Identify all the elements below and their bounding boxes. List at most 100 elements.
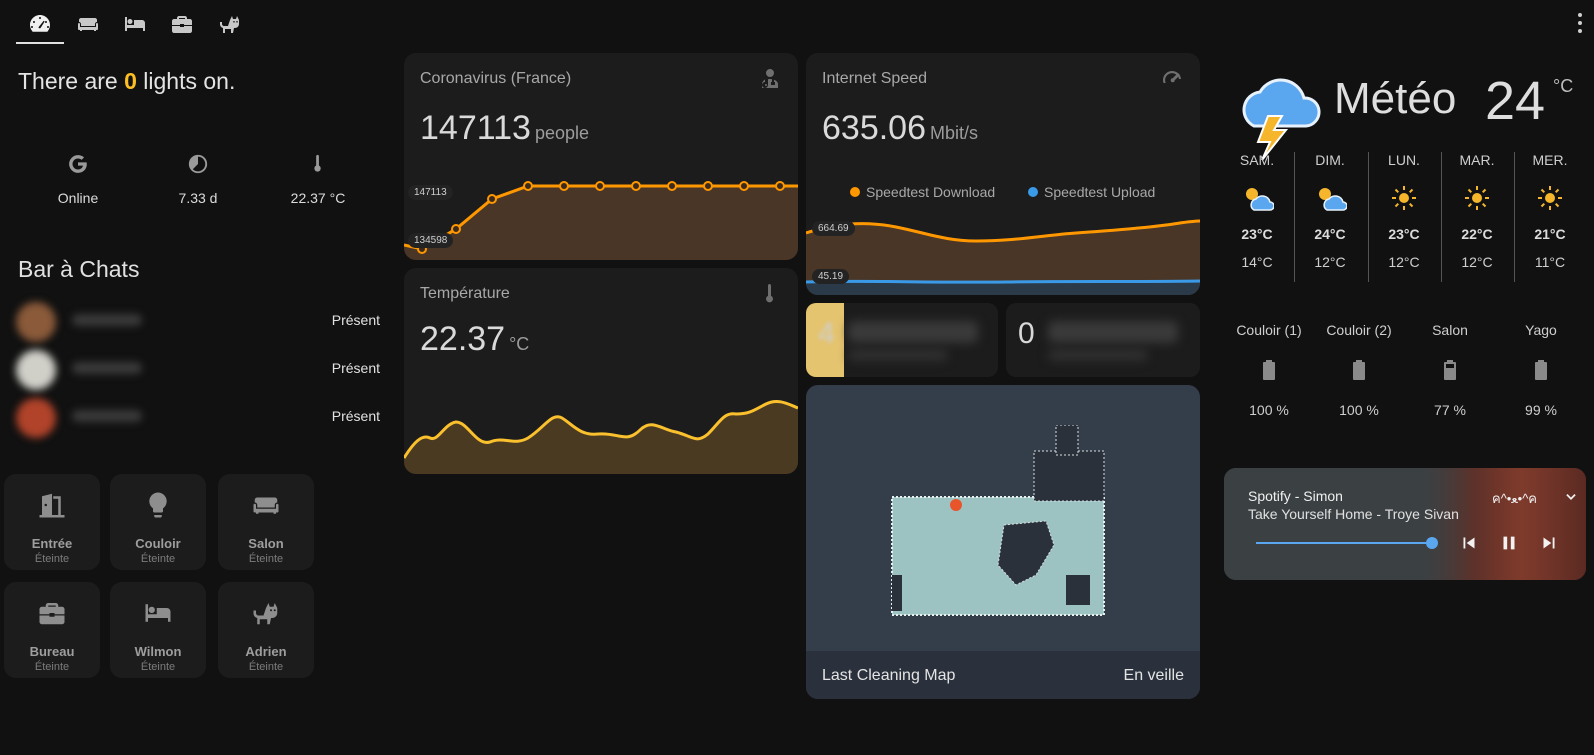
battery-name: Salon [1432, 322, 1468, 338]
pause-button[interactable] [1498, 532, 1520, 559]
bed-icon [145, 604, 171, 622]
battery-couloir-1[interactable]: Couloir (1) 100 % [1224, 322, 1314, 418]
tab-bedroom[interactable] [113, 8, 157, 40]
person-name-blurred [72, 410, 142, 422]
tab-cat[interactable] [208, 8, 252, 40]
media-progress-track[interactable] [1256, 542, 1430, 544]
battery-couloir-2[interactable]: Couloir (2) 100 % [1314, 322, 1404, 418]
stat-temperature[interactable]: 22.37 °C [258, 150, 378, 206]
covid-max-label: 147113 [408, 185, 453, 200]
room-wilmon[interactable]: Wilmon Éteinte [110, 582, 206, 678]
temperature-card[interactable]: Température 22.37 °C [404, 268, 798, 474]
person-row[interactable]: Présent [16, 298, 380, 342]
forecast-high: 21°C [1534, 226, 1566, 242]
room-bureau[interactable]: Bureau Éteinte [4, 582, 100, 678]
mini-card-left[interactable]: 4 [806, 303, 998, 377]
forecast-day: SAM. 23°C 14°C [1221, 152, 1293, 270]
avatar [16, 350, 56, 390]
uptime-icon [188, 154, 208, 174]
partly-cloudy-icon [1319, 188, 1347, 211]
cat-icon [253, 603, 278, 625]
stat-temperature-value: 22.37 °C [290, 190, 346, 206]
covid-card[interactable]: Coronavirus (France) 147113 people 147113… [404, 53, 798, 260]
forecast-day-label: MER. [1532, 152, 1568, 168]
door-icon [39, 493, 65, 518]
mini-card-value: 0 [1018, 317, 1035, 350]
mini-card-right[interactable]: 0 [1006, 303, 1200, 377]
briefcase-icon [39, 603, 65, 625]
top-bar [0, 0, 1594, 46]
lights-prefix: There are [18, 68, 125, 94]
battery-name: Yago [1525, 322, 1557, 338]
legend-download[interactable]: Speedtest Download [850, 184, 995, 200]
chevron-down-icon[interactable] [1564, 490, 1578, 504]
room-name: Entrée [31, 536, 73, 551]
tab-dashboard[interactable] [18, 8, 62, 40]
battery-yago[interactable]: Yago 99 % [1496, 322, 1586, 418]
covid-unit: people [534, 123, 589, 143]
internet-unit: Mbit/s [930, 123, 979, 143]
chart-point [703, 181, 713, 191]
forecast-high: 24°C [1314, 226, 1346, 242]
room-name: Couloir [135, 536, 181, 551]
blurred-text [848, 349, 948, 361]
room-adrien[interactable]: Adrien Éteinte [218, 582, 314, 678]
active-tab-indicator [16, 42, 64, 44]
person-row[interactable]: Présent [16, 346, 380, 390]
chart-point [739, 181, 749, 191]
next-track-button[interactable] [1538, 532, 1560, 559]
upload-line [806, 279, 1200, 284]
chart-point [487, 194, 497, 204]
thermometer-icon [314, 154, 321, 172]
sofa-icon [78, 18, 98, 31]
chart-point [523, 181, 533, 191]
internet-speed-card[interactable]: Internet Speed 635.06 Mbit/s Speedtest Do… [806, 53, 1200, 295]
skip-next-icon [1543, 537, 1555, 549]
vacuum-map-card[interactable]: Last Cleaning Map En veille [806, 385, 1200, 699]
room-state: Éteinte [248, 553, 284, 565]
room-name: Bureau [29, 644, 75, 659]
legend-label: Speedtest Download [866, 184, 996, 200]
room-couloir[interactable]: Couloir Éteinte [110, 474, 206, 570]
room-salon[interactable]: Salon Éteinte [218, 474, 314, 570]
covid-title: Coronavirus (France) [420, 70, 572, 87]
stat-google[interactable]: Online [18, 150, 138, 206]
covid-min-label: 134598 [408, 233, 454, 248]
media-progress-handle[interactable] [1426, 537, 1438, 549]
avatar [16, 398, 56, 438]
media-device[interactable]: ค^•ﻌ•^ค [1492, 488, 1537, 509]
room-name: Adrien [245, 644, 287, 659]
room-state: Éteinte [248, 661, 284, 673]
stat-uptime[interactable]: 7.33 d [138, 150, 258, 206]
forecast-high: 22°C [1461, 226, 1493, 242]
cat-icon [220, 16, 239, 33]
room-entree[interactable]: Entrée Éteinte [4, 474, 100, 570]
forecast-day-label: SAM. [1239, 152, 1275, 168]
chart-point [775, 181, 785, 191]
covid-chart [404, 181, 798, 260]
temperature-value: 22.37 [420, 320, 506, 358]
sofa-icon [253, 497, 279, 514]
more-menu-icon[interactable] [1572, 10, 1588, 36]
previous-track-button[interactable] [1458, 532, 1480, 559]
legend-dot [1028, 187, 1038, 197]
media-player-card[interactable]: Spotify - Simon Take Yourself Home - Tro… [1224, 468, 1586, 580]
speedometer-icon [1160, 67, 1184, 96]
lights-summary: There are 0 lights on. [18, 68, 235, 95]
stat-uptime-value: 7.33 d [178, 190, 218, 206]
skip-previous-icon [1463, 537, 1475, 549]
person-row[interactable]: Présent [16, 394, 380, 438]
bed-icon [125, 17, 145, 31]
room-name: Salon [248, 536, 284, 551]
battery-value: 99 % [1525, 402, 1557, 418]
forecast-high: 23°C [1241, 226, 1273, 242]
legend-upload[interactable]: Speedtest Upload [1028, 184, 1155, 200]
lightbulb-icon [149, 492, 167, 518]
media-track: Take Yourself Home - Troye Sivan [1248, 506, 1459, 522]
cleaning-map-image [891, 425, 1105, 616]
person-name-blurred [72, 314, 142, 326]
tab-office[interactable] [160, 8, 204, 40]
tab-living[interactable] [66, 8, 110, 40]
forecast-low: 14°C [1241, 254, 1273, 270]
battery-salon[interactable]: Salon 77 % [1405, 322, 1495, 418]
